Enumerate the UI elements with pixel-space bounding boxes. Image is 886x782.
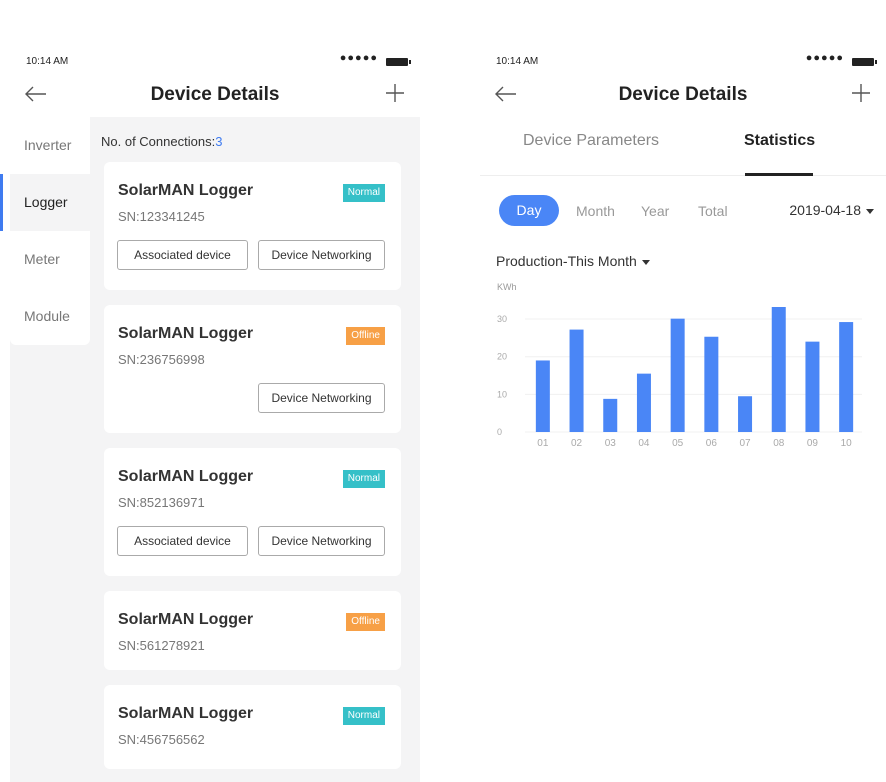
nav-bar: Device Details [10, 80, 420, 110]
active-tab-indicator [745, 173, 813, 176]
caret-down-icon [866, 208, 874, 214]
connections-number: 3 [215, 134, 223, 149]
x-tick-label: 08 [773, 438, 785, 449]
phone-screen-statistics: 10:14 AM ●●●●● Device Details Device Par… [480, 0, 886, 782]
bar[interactable] [771, 307, 786, 432]
period-total-button[interactable]: Total [698, 203, 728, 219]
device-name: SolarMAN Logger [118, 705, 254, 722]
status-badge: Offline [346, 613, 385, 631]
device-name: SolarMAN Logger [118, 468, 254, 485]
signal-icon: ●●●●● [339, 52, 378, 64]
add-icon[interactable] [384, 82, 406, 104]
period-month-button[interactable]: Month [576, 203, 615, 219]
side-menu-item-module[interactable]: Module [10, 288, 90, 345]
bar[interactable] [670, 318, 685, 432]
device-serial: SN:456756562 [118, 732, 205, 747]
associated-device-button[interactable]: Associated device [117, 526, 248, 556]
bar[interactable] [704, 336, 719, 432]
status-badge: Normal [342, 184, 385, 202]
x-tick-label: 04 [638, 438, 650, 449]
battery-icon [386, 58, 411, 66]
bar[interactable] [569, 329, 584, 432]
device-networking-button[interactable]: Device Networking [258, 240, 385, 270]
y-tick-label: 20 [497, 352, 507, 362]
side-menu-item-meter[interactable]: Meter [10, 231, 90, 288]
status-badge: Normal [342, 470, 385, 488]
status-bar: 10:14 AM ●●●●● [480, 52, 886, 70]
logger-card[interactable]: SolarMAN Logger SN:456756562 Normal [104, 685, 401, 769]
x-tick-label: 09 [807, 438, 819, 449]
period-day-button[interactable]: Day [499, 195, 559, 226]
add-icon[interactable] [850, 82, 872, 104]
associated-device-button[interactable]: Associated device [117, 240, 248, 270]
device-name: SolarMAN Logger [118, 325, 254, 342]
device-serial: SN:236756998 [118, 352, 205, 367]
x-tick-label: 10 [841, 438, 853, 449]
x-tick-label: 02 [571, 438, 583, 449]
status-badge: Offline [346, 327, 385, 345]
device-serial: SN:561278921 [118, 638, 205, 653]
y-tick-label: 30 [497, 314, 507, 324]
period-year-button[interactable]: Year [641, 203, 669, 219]
device-type-menu: Inverter Logger Meter Module [0, 117, 90, 345]
tab-statistics[interactable]: Statistics [744, 132, 815, 150]
logger-card[interactable]: SolarMAN Logger SN:561278921 Offline [104, 591, 401, 670]
page-title: Device Details [150, 84, 280, 105]
device-serial: SN:852136971 [118, 495, 205, 510]
date-value: 2019-04-18 [789, 202, 861, 218]
bar[interactable] [535, 360, 550, 432]
bar[interactable] [603, 398, 618, 432]
bar[interactable] [636, 373, 651, 432]
device-name: SolarMAN Logger [118, 611, 254, 628]
x-tick-label: 07 [739, 438, 751, 449]
bar[interactable] [805, 341, 820, 432]
bar[interactable] [839, 322, 854, 432]
logger-card[interactable]: SolarMAN Logger SN:852136971 Normal Associa… [104, 448, 401, 576]
production-dropdown[interactable]: Production-This Month [496, 253, 650, 269]
logger-card[interactable]: SolarMAN Logger SN:123341245 Normal Associa… [104, 162, 401, 290]
device-networking-button[interactable]: Device Networking [258, 383, 385, 413]
date-picker[interactable]: 2019-04-18 [789, 202, 874, 218]
connections-count: No. of Connections:3 [101, 134, 222, 149]
x-tick-label: 03 [605, 438, 617, 449]
page-title: Device Details [618, 84, 748, 105]
signal-icon: ●●●●● [805, 52, 844, 64]
battery-icon [852, 58, 877, 66]
status-time: 10:14 AM [496, 56, 539, 67]
device-serial: SN:123341245 [118, 209, 205, 224]
production-bar-chart: 0 10 20 30 01 02 03 04 05 06 07 08 09 10 [497, 307, 862, 449]
period-selector: Day Month Year Total 2019-04-18 [480, 195, 886, 227]
logger-card[interactable]: SolarMAN Logger SN:236756998 Offline Device… [104, 305, 401, 433]
connections-label: No. of Connections: [101, 134, 216, 149]
phone-screen-device-list: 10:14 AM ●●●●● Device Details Inverter Lo… [0, 0, 420, 782]
y-tick-label: 10 [497, 389, 507, 399]
production-label: Production-This Month [496, 253, 637, 269]
x-tick-label: 01 [537, 438, 549, 449]
device-networking-button[interactable]: Device Networking [258, 526, 385, 556]
status-time: 10:14 AM [26, 56, 69, 67]
status-bar: 10:14 AM ●●●●● [10, 52, 420, 70]
nav-bar: Device Details [480, 80, 886, 110]
device-list-body: Inverter Logger Meter Module No. of Connect… [0, 117, 420, 782]
x-tick-label: 05 [672, 438, 684, 449]
side-menu-item-logger[interactable]: Logger [0, 174, 90, 231]
tab-device-parameters[interactable]: Device Parameters [523, 132, 659, 150]
tab-bar: Device Parameters Statistics [480, 118, 886, 176]
bar[interactable] [738, 396, 753, 432]
y-tick-label: 0 [497, 427, 502, 437]
device-name: SolarMAN Logger [118, 182, 254, 199]
status-badge: Normal [342, 707, 385, 725]
x-tick-label: 06 [706, 438, 718, 449]
side-menu-item-inverter[interactable]: Inverter [10, 117, 90, 174]
caret-down-icon [641, 259, 650, 265]
